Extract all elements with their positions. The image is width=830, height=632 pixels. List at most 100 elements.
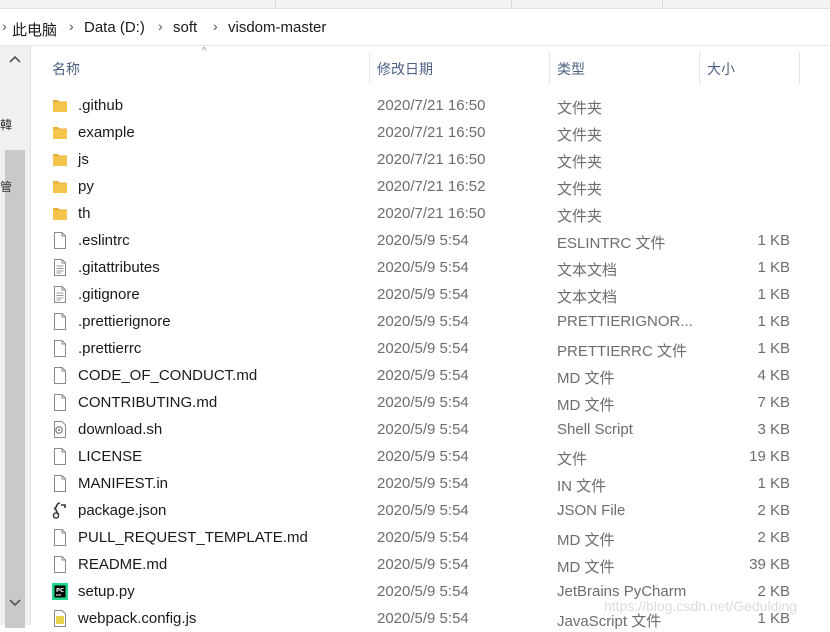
file-row[interactable]: .prettierignore 2020/5/9 5:54 PRETTIERIGNO… [30, 308, 830, 335]
file-size: 39 KB [749, 556, 790, 573]
column-divider[interactable] [799, 52, 800, 84]
file-size: 1 KB [757, 313, 790, 330]
file-row[interactable]: CODE_OF_CONDUCT.md 2020/5/9 5:54 MD 文件 4 KB [30, 362, 830, 389]
chevron-right-icon[interactable]: › [158, 18, 163, 34]
file-row[interactable]: README.md 2020/5/9 5:54 MD 文件 39 KB [30, 551, 830, 578]
file-name: PULL_REQUEST_TEMPLATE.md [78, 529, 308, 546]
file-name: .eslintrc [78, 232, 130, 249]
js-file-icon [52, 610, 68, 627]
file-modified-date: 2020/5/9 5:54 [377, 583, 469, 600]
file-type: Shell Script [557, 421, 633, 438]
breadcrumb-this-pc[interactable]: 此电脑 [12, 19, 57, 40]
file-modified-date: 2020/5/9 5:54 [377, 313, 469, 330]
file-name: .gitignore [78, 286, 140, 303]
file-row[interactable]: example 2020/7/21 16:50 文件夹 [30, 119, 830, 146]
file-modified-date: 2020/5/9 5:54 [377, 556, 469, 573]
file-size: 3 KB [757, 421, 790, 438]
file-type: MD 文件 [557, 397, 615, 414]
file-name: LICENSE [78, 448, 143, 465]
file-size: 1 KB [757, 232, 790, 249]
column-header-size[interactable]: 大小 [707, 59, 735, 79]
file-icon [52, 556, 68, 573]
file-name: .prettierignore [78, 313, 171, 330]
file-type: 文本文档 [557, 262, 618, 279]
file-icon [52, 448, 68, 465]
chevron-right-icon[interactable]: › [69, 18, 74, 34]
file-row[interactable]: PULL_REQUEST_TEMPLATE.md 2020/5/9 5:54 MD … [30, 524, 830, 551]
file-size: 7 KB [757, 394, 790, 411]
column-header-name[interactable]: 名称 [52, 59, 80, 79]
file-icon [52, 367, 68, 384]
file-icon [52, 232, 68, 249]
column-header-date[interactable]: 修改日期 [377, 59, 433, 79]
breadcrumb-drive[interactable]: Data (D:) [84, 19, 145, 36]
file-size: 1 KB [757, 340, 790, 357]
ribbon-segment [95, 0, 276, 8]
file-row[interactable]: .eslintrc 2020/5/9 5:54 ESLINTRC 文件 1 KB [30, 227, 830, 254]
file-size: 1 KB [757, 259, 790, 276]
column-divider[interactable] [549, 52, 550, 84]
folder-icon [52, 97, 68, 114]
ribbon-segment [276, 0, 512, 8]
file-name: example [78, 124, 135, 141]
scroll-up-icon[interactable] [9, 55, 21, 63]
folder-icon [52, 205, 68, 222]
file-name: .github [78, 97, 124, 114]
file-modified-date: 2020/5/9 5:54 [377, 475, 469, 492]
file-row[interactable]: .prettierrc 2020/5/9 5:54 PRETTIERRC 文件 1 K… [30, 335, 830, 362]
file-type: JSON File [557, 502, 626, 519]
ribbon-segment [663, 0, 830, 8]
file-modified-date: 2020/5/9 5:54 [377, 367, 469, 384]
file-row[interactable]: MANIFEST.in 2020/5/9 5:54 IN 文件 1 KB [30, 470, 830, 497]
file-size: 2 KB [757, 529, 790, 546]
file-icon [52, 313, 68, 330]
file-row[interactable]: download.sh 2020/5/9 5:54 Shell Script 3 KB [30, 416, 830, 443]
file-type: MD 文件 [557, 559, 615, 576]
file-row[interactable]: th 2020/7/21 16:50 文件夹 [30, 200, 830, 227]
file-row[interactable]: .github 2020/7/21 16:50 文件夹 [30, 92, 830, 119]
file-row[interactable]: .gitignore 2020/5/9 5:54 文本文档 1 KB [30, 281, 830, 308]
file-name: CODE_OF_CONDUCT.md [78, 367, 258, 384]
nav-pane-scrollbar[interactable]: 韓 管 [0, 46, 31, 628]
file-modified-date: 2020/5/9 5:54 [377, 394, 469, 411]
scroll-down-icon[interactable] [9, 599, 21, 607]
file-row[interactable]: package.json 2020/5/9 5:54 JSON File 2 KB [30, 497, 830, 524]
file-modified-date: 2020/5/9 5:54 [377, 340, 469, 357]
file-icon [52, 529, 68, 546]
column-divider[interactable] [369, 52, 370, 84]
file-modified-date: 2020/5/9 5:54 [377, 259, 469, 276]
file-icon [52, 394, 68, 411]
chevron-right-icon[interactable]: › [213, 18, 218, 34]
file-icon [52, 340, 68, 357]
column-header-type[interactable]: 类型 [557, 59, 585, 79]
file-modified-date: 2020/7/21 16:50 [377, 124, 486, 141]
breadcrumb-current-folder[interactable]: visdom-master [228, 19, 326, 36]
file-row[interactable]: CONTRIBUTING.md 2020/5/9 5:54 MD 文件 7 KB [30, 389, 830, 416]
file-name: .gitattributes [78, 259, 160, 276]
file-name: MANIFEST.in [78, 475, 169, 492]
ribbon-remnant [0, 0, 830, 9]
file-row[interactable]: .gitattributes 2020/5/9 5:54 文本文档 1 KB [30, 254, 830, 281]
file-modified-date: 2020/7/21 16:50 [377, 97, 486, 114]
folder-icon [52, 178, 68, 195]
file-type: 文件夹 [557, 127, 603, 144]
file-size: 2 KB [757, 502, 790, 519]
address-bar[interactable]: › 此电脑 › Data (D:) › soft › visdom-master [0, 9, 830, 46]
column-header-row: ^ 名称 修改日期 类型 大小 [30, 46, 830, 88]
file-type: 文件夹 [557, 154, 603, 171]
svg-text:PC: PC [56, 588, 64, 594]
file-row[interactable]: py 2020/7/21 16:52 文件夹 [30, 173, 830, 200]
file-modified-date: 2020/5/9 5:54 [377, 502, 469, 519]
file-size: 4 KB [757, 367, 790, 384]
column-divider[interactable] [699, 52, 700, 84]
file-row[interactable]: js 2020/7/21 16:50 文件夹 [30, 146, 830, 173]
file-name: py [78, 178, 94, 195]
file-modified-date: 2020/7/21 16:50 [377, 205, 486, 222]
pycharm-file-icon: PC [52, 583, 68, 600]
breadcrumb-soft[interactable]: soft [173, 19, 197, 36]
file-name: th [78, 205, 91, 222]
file-row[interactable]: LICENSE 2020/5/9 5:54 文件 19 KB [30, 443, 830, 470]
scrollbar-thumb[interactable] [5, 150, 25, 628]
file-list: .github 2020/7/21 16:50 文件夹 example 2020/7/2… [30, 92, 830, 632]
watermark: https://blog.csdn.net/Gedulding [604, 598, 798, 614]
